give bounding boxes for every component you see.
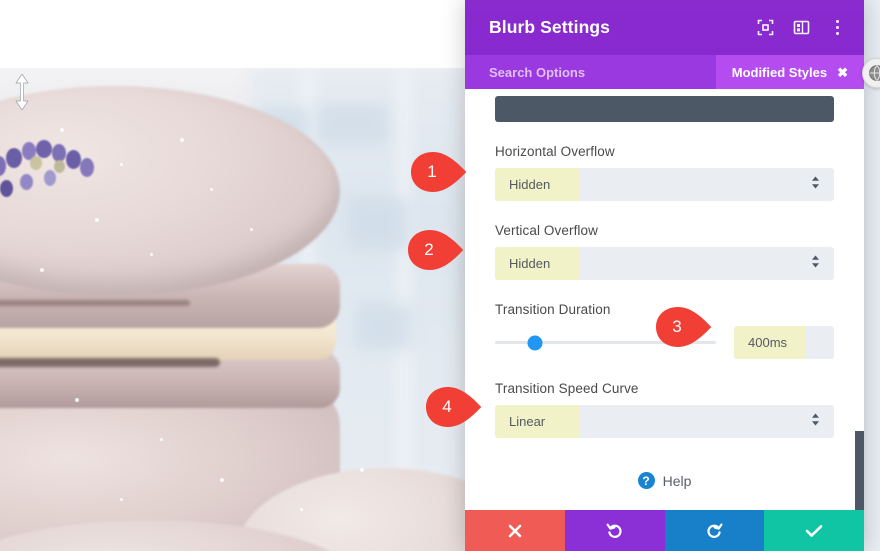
field-transition-speed-curve: Transition Speed Curve Linear bbox=[495, 381, 834, 438]
vertical-resize-cursor bbox=[14, 73, 30, 111]
panel-header-actions bbox=[756, 19, 846, 37]
slider-handle[interactable] bbox=[527, 335, 543, 350]
callout-pin-1: 1 bbox=[410, 151, 468, 193]
callout-pin-2: 2 bbox=[407, 229, 465, 271]
layout-view-icon[interactable] bbox=[792, 19, 810, 37]
blurb-settings-panel: Blurb Settings Search Options Modified S… bbox=[465, 0, 864, 551]
value-text: 400ms bbox=[748, 335, 788, 350]
previous-field-partial[interactable] bbox=[495, 96, 834, 122]
search-input[interactable] bbox=[489, 64, 716, 80]
chevron-updown-icon bbox=[811, 175, 820, 194]
chevron-updown-icon bbox=[811, 412, 820, 431]
callout-number: 4 bbox=[442, 397, 452, 416]
field-vertical-overflow: Vertical Overflow Hidden bbox=[495, 223, 834, 280]
panel-scrollbar[interactable] bbox=[855, 89, 864, 510]
panel-footer bbox=[465, 510, 864, 551]
undo-button[interactable] bbox=[564, 510, 665, 551]
help-label: Help bbox=[662, 472, 692, 489]
callout-pin-4: 4 bbox=[425, 386, 483, 428]
canvas-top-whitespace bbox=[0, 0, 465, 68]
photo-bg-patch bbox=[318, 104, 388, 144]
vertical-overflow-select[interactable]: Hidden bbox=[495, 247, 834, 280]
redo-button[interactable] bbox=[664, 510, 765, 551]
callout-number: 2 bbox=[424, 240, 434, 259]
callout-number: 1 bbox=[427, 162, 437, 181]
macaron-shadow-line bbox=[0, 300, 190, 306]
horizontal-overflow-select[interactable]: Hidden bbox=[495, 168, 834, 201]
scrollbar-thumb[interactable] bbox=[855, 431, 864, 510]
help-link[interactable]: ? Help bbox=[495, 472, 834, 489]
field-horizontal-overflow: Horizontal Overflow Hidden bbox=[495, 144, 834, 201]
panel-body: Horizontal Overflow Hidden Vertical Over… bbox=[465, 89, 864, 510]
help-icon: ? bbox=[637, 472, 655, 489]
page-title: Blurb Settings bbox=[489, 17, 610, 37]
field-label: Horizontal Overflow bbox=[495, 144, 615, 159]
transition-speed-curve-select[interactable]: Linear bbox=[495, 405, 834, 438]
cancel-button[interactable] bbox=[465, 510, 565, 551]
field-label: Transition Speed Curve bbox=[495, 381, 639, 396]
photo-bg-patch bbox=[348, 198, 410, 250]
select-value: Hidden bbox=[509, 177, 551, 192]
close-icon[interactable]: ✖ bbox=[837, 66, 848, 79]
macaron-photo bbox=[0, 68, 465, 551]
canvas-preview-area[interactable] bbox=[0, 0, 465, 551]
lavender-sprig bbox=[0, 134, 122, 220]
photo-bg-patch bbox=[356, 304, 412, 350]
select-value: Hidden bbox=[509, 256, 551, 271]
callout-pin-3: 3 bbox=[655, 306, 713, 348]
more-options-icon[interactable] bbox=[828, 19, 846, 37]
modified-styles-label: Modified Styles bbox=[731, 64, 828, 80]
transition-duration-value-field[interactable]: 400ms bbox=[734, 326, 834, 359]
macaron-shadow-line bbox=[0, 358, 220, 367]
save-button[interactable] bbox=[764, 510, 864, 551]
chevron-updown-icon bbox=[811, 254, 820, 273]
panel-header: Blurb Settings bbox=[465, 0, 864, 55]
callout-number: 3 bbox=[672, 317, 682, 336]
select-value: Linear bbox=[509, 414, 546, 429]
search-options-row: Modified Styles ✖ bbox=[465, 55, 864, 89]
field-label: Vertical Overflow bbox=[495, 223, 598, 238]
modified-styles-badge[interactable]: Modified Styles ✖ bbox=[715, 55, 864, 89]
screen-root: Blurb Settings Search Options Modified S… bbox=[0, 0, 880, 551]
expand-view-icon[interactable] bbox=[756, 19, 774, 37]
